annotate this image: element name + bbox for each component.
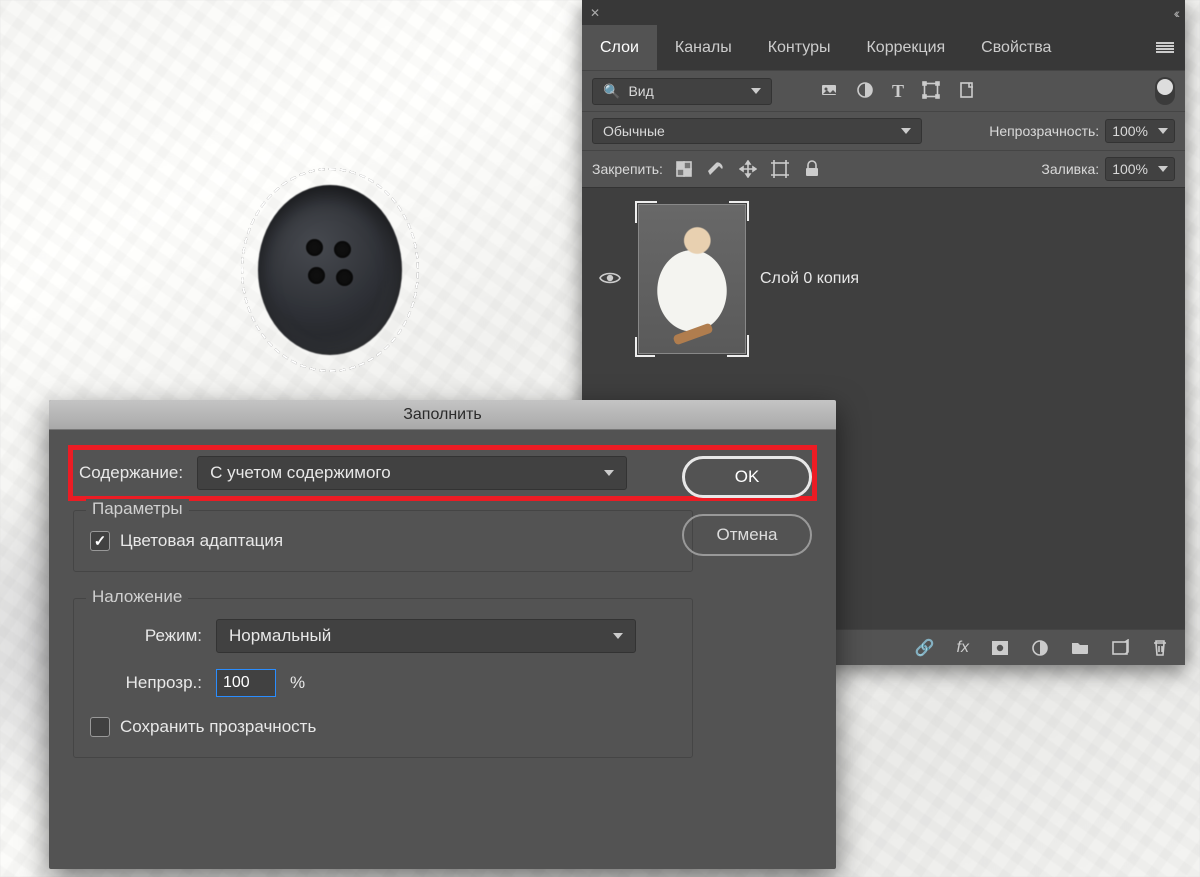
fill-opacity-label: Заливка: — [1041, 161, 1099, 177]
filter-type-icons: T — [820, 81, 976, 102]
chevron-down-icon — [901, 128, 911, 134]
chevron-down-icon — [751, 88, 761, 94]
layer-thumbnail[interactable] — [638, 204, 746, 354]
color-adaptation-checkbox[interactable] — [90, 531, 110, 551]
content-value: С учетом содержимого — [210, 463, 391, 483]
mode-value: Нормальный — [229, 626, 331, 646]
blending-legend: Наложение — [86, 587, 188, 607]
new-layer-icon[interactable] — [1111, 639, 1129, 657]
cancel-button[interactable]: Отмена — [682, 514, 812, 556]
collapse-icon[interactable]: ‹‹ — [1174, 5, 1177, 21]
fill-opacity-box[interactable]: 100% — [1105, 157, 1175, 181]
search-icon: 🔍 — [603, 83, 620, 100]
visibility-eye-icon[interactable] — [596, 269, 624, 290]
content-select[interactable]: С учетом содержимого — [197, 456, 627, 490]
dialog-titlebar[interactable]: Заполнить — [49, 400, 836, 430]
link-layers-icon[interactable]: 🔗 — [915, 638, 935, 658]
new-group-icon[interactable] — [1071, 639, 1089, 657]
lock-transparency-icon[interactable] — [675, 160, 693, 178]
opacity-value-box[interactable]: 100% — [1105, 119, 1175, 143]
tab-adjustments[interactable]: Коррекция — [848, 25, 963, 70]
lock-position-icon[interactable] — [739, 160, 757, 178]
lock-row: Закрепить: Заливка: 100% — [582, 150, 1185, 187]
filter-adjust-icon[interactable] — [856, 81, 874, 99]
opacity-short-label: Непрозр.: — [90, 673, 202, 693]
filter-kind-label: Вид — [628, 83, 653, 99]
tab-paths[interactable]: Контуры — [750, 25, 849, 70]
tab-layers[interactable]: Слои — [582, 25, 657, 70]
preserve-transparency-checkbox[interactable] — [90, 717, 110, 737]
blending-group: Наложение Режим: Нормальный Непрозр.: % … — [73, 598, 693, 758]
chevron-down-icon — [1158, 166, 1168, 172]
ok-button[interactable]: OK — [682, 456, 812, 498]
percent-sign: % — [290, 673, 305, 693]
fill-dialog: Заполнить Содержание: С учетом содержимо… — [49, 400, 836, 869]
panel-title-bar[interactable]: ✕ ‹‹ — [582, 0, 1185, 25]
layer-row[interactable]: Слой 0 копия — [582, 198, 1185, 360]
filter-shape-icon[interactable] — [922, 81, 940, 99]
filter-pixel-icon[interactable] — [820, 81, 838, 99]
filter-row: 🔍 Вид T — [582, 70, 1185, 111]
blend-mode-select[interactable]: Обычные — [592, 118, 922, 144]
filter-toggle[interactable] — [1155, 77, 1175, 105]
dialog-title: Заполнить — [403, 406, 482, 424]
blend-mode-label: Обычные — [603, 123, 665, 139]
new-adjustment-icon[interactable] — [1031, 639, 1049, 657]
chevron-down-icon — [1158, 128, 1168, 134]
panel-tabs: Слои Каналы Контуры Коррекция Свойства — [582, 25, 1185, 70]
filter-type-icon[interactable]: T — [892, 81, 904, 102]
color-adaptation-label: Цветовая адаптация — [120, 531, 283, 551]
preserve-transparency-label: Сохранить прозрачность — [120, 717, 316, 737]
blend-row: Обычные Непрозрачность: 100% — [582, 111, 1185, 150]
options-group: Параметры Цветовая адаптация — [73, 510, 693, 572]
lock-artboard-icon[interactable] — [771, 160, 789, 178]
add-mask-icon[interactable] — [991, 639, 1009, 657]
content-label: Содержание: — [79, 463, 183, 483]
tab-properties[interactable]: Свойства — [963, 25, 1069, 70]
opacity-input[interactable] — [216, 669, 276, 697]
panel-menu-button[interactable] — [1145, 25, 1185, 70]
filter-smart-icon[interactable] — [958, 81, 976, 99]
filter-kind-select[interactable]: 🔍 Вид — [592, 78, 772, 105]
close-icon[interactable]: ✕ — [590, 6, 600, 20]
chevron-down-icon — [613, 633, 623, 639]
lock-pixels-icon[interactable] — [707, 160, 725, 178]
lock-all-icon[interactable] — [803, 160, 821, 178]
layer-name-label[interactable]: Слой 0 копия — [760, 270, 859, 288]
mode-select[interactable]: Нормальный — [216, 619, 636, 653]
opacity-value: 100% — [1112, 123, 1148, 139]
lock-label: Закрепить: — [592, 161, 663, 177]
delete-layer-icon[interactable] — [1151, 639, 1169, 657]
chevron-down-icon — [604, 470, 614, 476]
mode-label: Режим: — [90, 626, 202, 646]
fill-opacity-value: 100% — [1112, 161, 1148, 177]
layer-fx-icon[interactable]: fx — [957, 639, 969, 657]
tab-channels[interactable]: Каналы — [657, 25, 750, 70]
options-legend: Параметры — [86, 499, 189, 519]
hamburger-icon — [1156, 42, 1174, 54]
opacity-label: Непрозрачность: — [989, 123, 1099, 139]
selection-marching-ants — [241, 168, 419, 372]
